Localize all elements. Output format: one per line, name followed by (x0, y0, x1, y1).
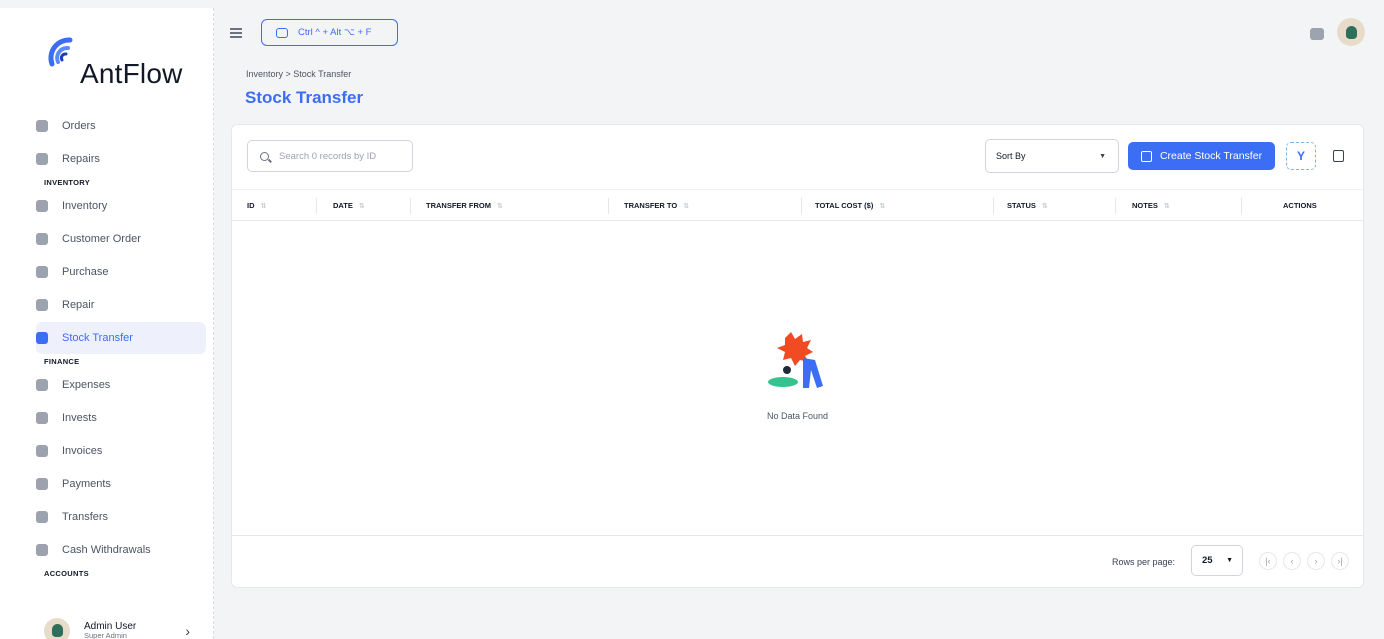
sidebar-item-label: Inventory (62, 200, 108, 212)
sort-select[interactable]: Sort By ▼ (985, 139, 1119, 173)
column-header-date[interactable]: DATE ⇅ (333, 190, 365, 221)
repair-icon (36, 299, 48, 311)
sort-icon: ⇅ (1041, 202, 1048, 210)
column-header-actions: ACTIONS (1283, 201, 1317, 210)
sort-icon: ⇅ (358, 202, 365, 210)
sidebar-item-label: Transfers (62, 511, 109, 523)
payments-icon (36, 478, 48, 490)
top-avatar[interactable] (1337, 18, 1365, 46)
sidebar-item-purchase[interactable]: Purchase (0, 256, 206, 288)
create-icon (1140, 150, 1152, 162)
sidebar-item-customer-order[interactable]: Customer Order (0, 223, 206, 255)
orders-icon (36, 120, 48, 132)
sidebar-item-label: Repairs (62, 153, 100, 165)
create-stock-transfer-button[interactable]: Create Stock Transfer (1128, 142, 1275, 170)
inventory-icon (36, 200, 48, 212)
page-title: Stock Transfer (245, 88, 364, 107)
expenses-icon (36, 379, 48, 391)
stock-transfer-card: Search 0 records by ID Sort By ▼ Create … (231, 124, 1364, 588)
sidebar-item-repair[interactable]: Repair (0, 289, 206, 321)
last-page-button[interactable]: ›| (1331, 552, 1349, 570)
sort-icon: ⇅ (683, 202, 690, 210)
customer-order-icon (36, 233, 48, 245)
section-label-inventory: INVENTORY (44, 178, 91, 187)
export-icon[interactable] (1333, 150, 1344, 162)
sidebar-item-label: Invests (62, 412, 97, 424)
chevron-right-icon[interactable]: › (185, 623, 190, 639)
command-shortcut-button[interactable]: Ctrl ^ + Alt ⌥ + F (261, 19, 398, 46)
filter-icon: Y (1296, 149, 1305, 163)
sidebar-item-label: Customer Order (62, 233, 141, 245)
shortcut-label: Ctrl ^ + Alt ⌥ + F (298, 27, 372, 38)
sort-icon: ⇅ (879, 202, 886, 210)
sidebar-item-invests[interactable]: Invests (0, 402, 206, 434)
sidebar-item-label: Invoices (62, 445, 103, 457)
sidebar-item-label: Purchase (62, 266, 109, 278)
sidebar-item-label: Expenses (62, 379, 111, 391)
sort-label: Sort By (996, 151, 1026, 161)
sidebar-item-label: Orders (62, 120, 96, 132)
column-header-status[interactable]: STATUS ⇅ (1007, 190, 1048, 221)
purchase-icon (36, 266, 48, 278)
prev-page-button[interactable]: ‹ (1283, 552, 1301, 570)
section-label-accounts: ACCOUNTS (44, 569, 89, 578)
user-menu[interactable]: Admin User Super Admin › (44, 614, 204, 639)
create-label: Create Stock Transfer (1159, 150, 1263, 162)
search-placeholder: Search 0 records by ID (279, 150, 377, 162)
sidebar-item-repairs[interactable]: Repairs (0, 143, 206, 175)
column-header-transfer-to[interactable]: TRANSFER TO ⇅ (624, 190, 689, 221)
invests-icon (36, 412, 48, 424)
sidebar-item-expenses[interactable]: Expenses (0, 369, 206, 401)
sidebar-item-label: Stock Transfer (62, 332, 133, 344)
cash-withdrawals-icon (36, 544, 48, 556)
transfers-icon (36, 511, 48, 523)
sidebar: AntFlow Orders Repairs INVENTORY Invento… (0, 8, 214, 639)
antflow-logo-icon (48, 37, 73, 67)
apps-icon[interactable] (1310, 28, 1324, 40)
brand-name: AntFlow (80, 58, 183, 89)
sort-icon: ⇅ (1163, 202, 1170, 210)
stock-transfer-icon (36, 332, 48, 344)
sidebar-item-cash-withdrawals[interactable]: Cash Withdrawals (0, 534, 206, 566)
user-role: Super Admin (84, 630, 127, 639)
hamburger-menu-icon[interactable] (230, 28, 242, 38)
column-header-notes[interactable]: NOTES ⇅ (1132, 190, 1170, 221)
sidebar-item-label: Cash Withdrawals (62, 544, 151, 556)
brand-logo[interactable]: AntFlow (44, 34, 204, 90)
column-header-total-cost[interactable]: TOTAL COST ($) ⇅ (815, 190, 885, 221)
rows-per-page-label: Rows per page: (1112, 557, 1176, 567)
rows-per-page-value: 25 (1202, 555, 1213, 566)
avatar (44, 617, 70, 639)
sidebar-item-payments[interactable]: Payments (0, 468, 206, 500)
empty-state-text: No Data Found (766, 411, 829, 421)
invoices-icon (36, 445, 48, 457)
sidebar-item-label: Repair (62, 299, 95, 311)
search-input[interactable]: Search 0 records by ID (247, 140, 413, 172)
sidebar-item-inventory[interactable]: Inventory (0, 190, 206, 222)
sidebar-item-orders[interactable]: Orders (0, 110, 206, 142)
sidebar-item-stock-transfer[interactable]: Stock Transfer (36, 322, 206, 354)
breadcrumb: Inventory > Stock Transfer (246, 69, 352, 79)
sort-icon: ⇅ (260, 202, 267, 210)
next-page-button[interactable]: › (1307, 552, 1325, 570)
caret-down-icon: ▼ (1226, 557, 1233, 564)
sidebar-item-transfers[interactable]: Transfers (0, 501, 206, 533)
first-page-button[interactable]: |‹ (1259, 552, 1277, 570)
table-header: ID ⇅ DATE ⇅ TRANSFER FROM ⇅ TRANSFER TO ⇅ TO… (232, 189, 1363, 221)
rows-per-page-select[interactable]: 25 ▼ (1191, 545, 1243, 576)
sort-icon: ⇅ (497, 202, 503, 210)
column-header-id[interactable]: ID ⇅ (247, 190, 266, 221)
filter-button[interactable]: Y (1286, 142, 1316, 170)
sidebar-nav: Orders Repairs INVENTORY Inventory Custo… (0, 110, 214, 581)
search-icon (260, 151, 269, 161)
repairs-icon (36, 153, 48, 165)
sidebar-item-invoices[interactable]: Invoices (0, 435, 206, 467)
sidebar-item-label: Payments (62, 478, 111, 490)
column-header-transfer-from[interactable]: TRANSFER FROM ⇅ (426, 190, 503, 221)
no-data-illustration-icon (768, 332, 823, 388)
caret-down-icon: ▼ (1099, 152, 1106, 160)
command-icon (276, 27, 288, 38)
section-label-finance: FINANCE (44, 357, 80, 366)
